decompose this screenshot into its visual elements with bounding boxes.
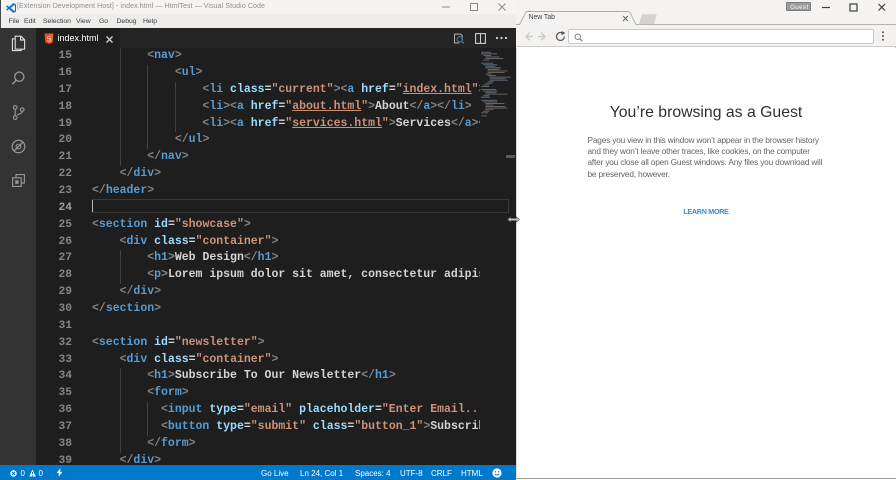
svg-text:5: 5 — [46, 35, 50, 44]
